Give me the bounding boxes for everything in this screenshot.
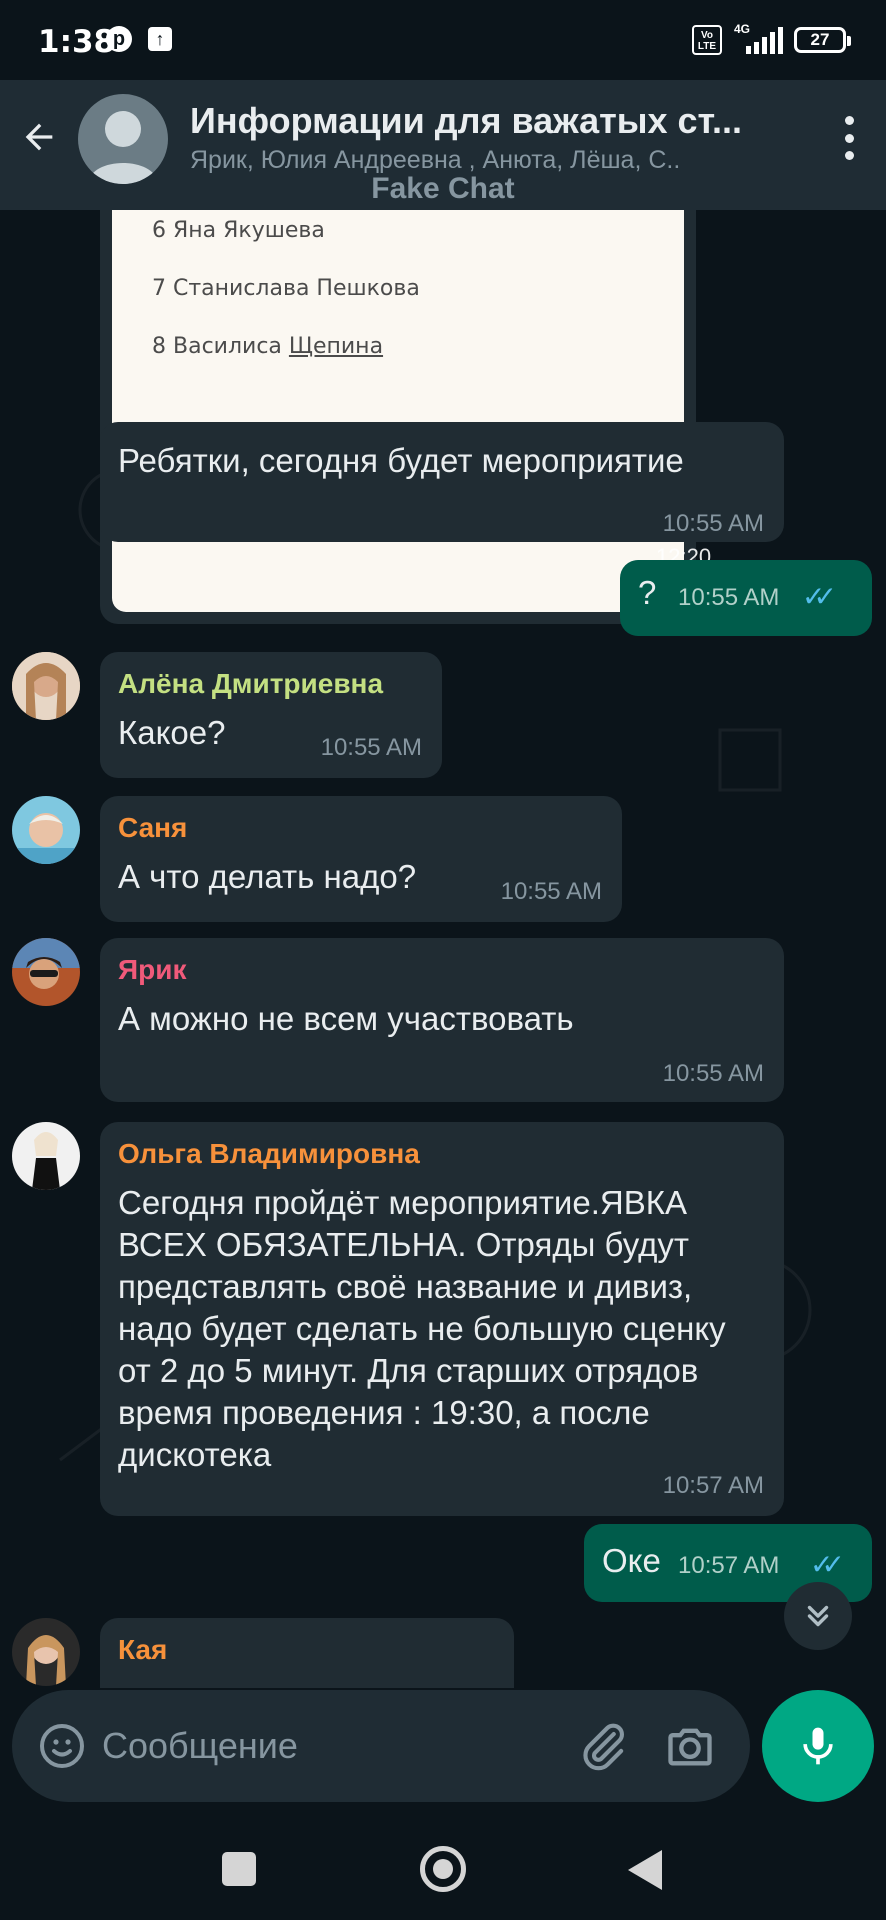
message-bubble[interactable]: Ярик А можно не всем участвовать 10:55 A…	[100, 938, 784, 1102]
message-sender[interactable]: Кая	[118, 1634, 167, 1666]
message-sender[interactable]: Алёна Дмитриевна	[118, 668, 383, 700]
chat-area[interactable]: 6 Яна Якушева 7 Станислава Пешкова 8 Вас…	[0, 210, 886, 1688]
message-time: 10:55 AM	[662, 510, 764, 537]
emoji-icon	[40, 1724, 84, 1768]
more-vert-icon	[844, 116, 854, 125]
message-bubble[interactable]: Саня А что делать надо? 10:55 AM	[100, 796, 622, 922]
message-text: Сегодня пройдёт мероприятие.ЯВКА ВСЕХ ОБ…	[118, 1184, 726, 1473]
chat-title[interactable]: Информации для важатых ст...	[190, 100, 770, 142]
message-bubble-outgoing[interactable]: ? 10:55 AM ✓✓	[620, 560, 872, 636]
message-bubble[interactable]: Кая	[100, 1618, 514, 1688]
system-back-button[interactable]	[628, 1850, 662, 1890]
message-text: ?	[638, 574, 657, 611]
message-time: 10:55 AM	[678, 584, 780, 611]
message-sender[interactable]: Саня	[118, 812, 187, 844]
shared-image[interactable]: 6 Яна Якушева 7 Станислава Пешкова 8 Вас…	[112, 210, 684, 612]
signal-icon: 4G	[732, 22, 784, 56]
avatar[interactable]	[12, 938, 80, 1006]
message-text: Оке	[602, 1542, 661, 1579]
message-time: 10:55 AM	[500, 878, 602, 905]
message-time: 10:57 AM	[662, 1472, 764, 1499]
message-bubble[interactable]: Ребятки, сегодня будет мероприятие 10:55…	[100, 422, 784, 542]
battery-icon: 27	[794, 27, 851, 53]
voice-message-button[interactable]	[762, 1690, 874, 1802]
watermark-label: Fake Chat	[371, 172, 515, 205]
group-avatar[interactable]	[78, 94, 168, 184]
scroll-to-bottom-button[interactable]	[784, 1582, 852, 1650]
image-message[interactable]: 6 Яна Якушева 7 Станислава Пешкова 8 Вас…	[100, 210, 711, 624]
message-text: Ребятки, сегодня будет мероприятие	[118, 442, 684, 479]
group-avatar-icon	[88, 111, 158, 184]
camera-button[interactable]	[664, 1720, 716, 1772]
image-row: 7 Станислава Пешкова	[152, 276, 420, 301]
back-button[interactable]	[14, 112, 64, 162]
system-nav-bar	[0, 1810, 886, 1920]
message-text: Какое?	[118, 714, 226, 751]
message-time: 10:55 AM	[320, 734, 422, 761]
message-bubble[interactable]: Ольга Владимировна Сегодня пройдёт мероп…	[100, 1122, 784, 1516]
message-time: 10:55 AM	[662, 1060, 764, 1087]
image-row: 8 Василиса Щепина	[152, 334, 384, 359]
message-time: 10:57 AM	[678, 1552, 780, 1579]
image-row: 6 Яна Якушева	[152, 218, 325, 243]
message-sender[interactable]: Ярик	[118, 954, 186, 986]
avatar[interactable]	[12, 652, 80, 720]
chat-header: Информации для важатых ст... Ярик, Юлия …	[0, 80, 886, 210]
message-sender[interactable]: Ольга Владимировна	[118, 1138, 420, 1170]
paperclip-icon	[583, 1723, 624, 1771]
double-check-icon: ✓✓	[802, 581, 837, 612]
chat-members[interactable]: Ярик, Юлия Андреевна , Анюта, Лёша, С..	[190, 146, 760, 175]
volte-icon: Vo LTE	[692, 25, 722, 55]
message-input[interactable]	[102, 1712, 562, 1780]
back-arrow-icon	[25, 123, 53, 151]
message-composer	[12, 1690, 750, 1802]
status-bar: 1:38 p ↑ Vo LTE 4G 27	[0, 0, 886, 80]
status-time: 1:38	[38, 24, 116, 60]
battery-level: 27	[810, 30, 830, 49]
recents-button[interactable]	[222, 1852, 256, 1886]
message-bubble[interactable]: Алёна Дмитриевна Какое? 10:55 AM	[100, 652, 442, 778]
emoji-button[interactable]	[38, 1722, 86, 1770]
mic-icon	[803, 1727, 833, 1765]
avatar[interactable]	[12, 1122, 80, 1190]
home-button[interactable]	[420, 1846, 466, 1892]
more-options-button[interactable]	[834, 116, 864, 160]
double-check-icon: ✓✓	[810, 1549, 845, 1580]
attach-button[interactable]	[578, 1720, 630, 1772]
camera-icon	[668, 1728, 712, 1766]
message-text: А можно не всем участвовать	[118, 1000, 574, 1037]
pinterest-icon: p	[106, 26, 132, 52]
avatar[interactable]	[12, 1618, 80, 1686]
chevron-double-down-icon	[807, 1605, 829, 1627]
message-text: А что делать надо?	[118, 858, 417, 895]
upload-icon: ↑	[148, 27, 172, 51]
avatar[interactable]	[12, 796, 80, 864]
status-indicators: Vo LTE 4G 27	[692, 22, 851, 58]
